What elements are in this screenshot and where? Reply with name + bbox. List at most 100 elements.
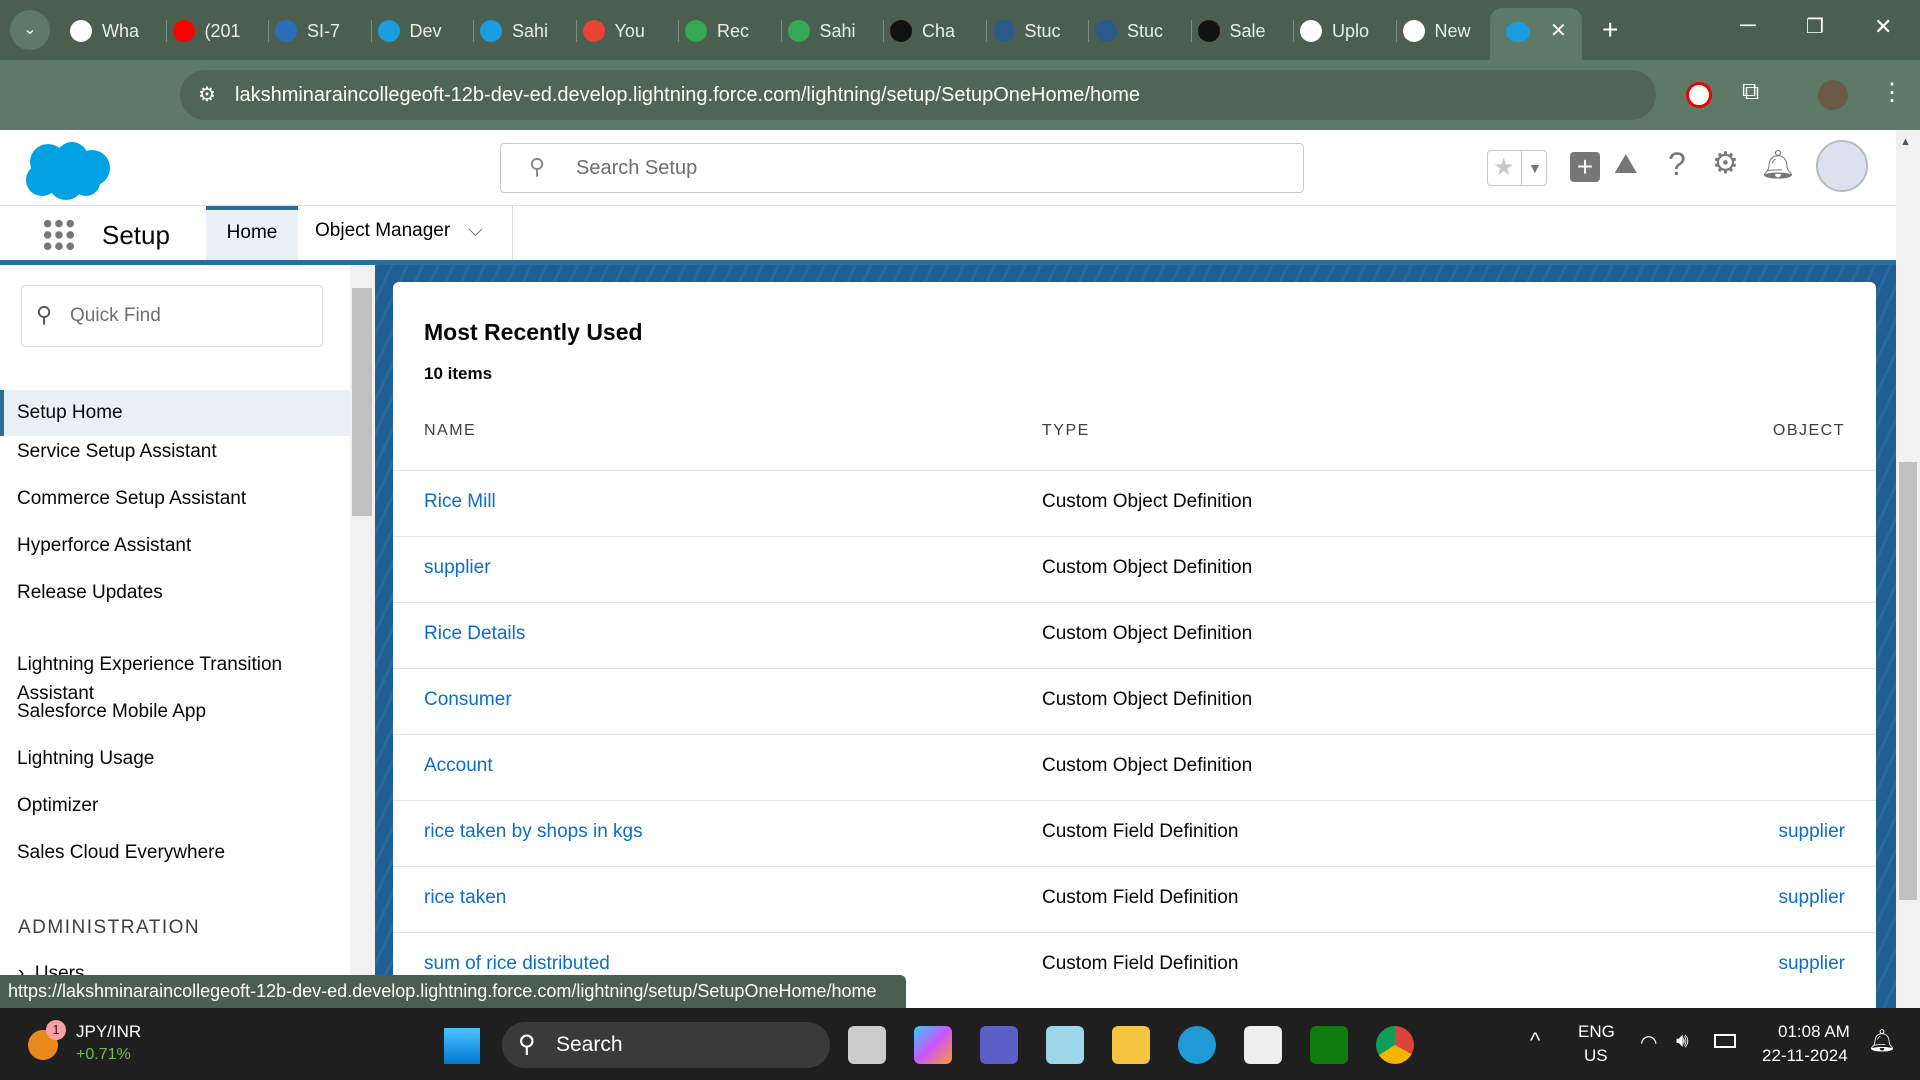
- clock-time[interactable]: 01:08 AM: [1778, 1022, 1850, 1042]
- profile-avatar[interactable]: [1818, 80, 1848, 110]
- app-icon[interactable]: [1046, 1026, 1084, 1064]
- wifi-icon[interactable]: ◠: [1640, 1030, 1657, 1055]
- task-view-icon[interactable]: [848, 1026, 886, 1064]
- clock-date[interactable]: 22-11-2024: [1762, 1046, 1848, 1066]
- browser-tab[interactable]: New: [1402, 12, 1493, 50]
- setup-sidebar: ⚲ Quick Find Setup Home Service Setup Ass…: [0, 265, 350, 1008]
- edge-icon[interactable]: [1178, 1026, 1216, 1064]
- table-row: supplier Custom Object Definition: [393, 536, 1876, 602]
- quick-find-input[interactable]: ⚲ Quick Find: [21, 285, 323, 347]
- widget-title[interactable]: JPY/INR: [76, 1022, 141, 1042]
- favorites-button[interactable]: ★ ▼: [1487, 150, 1547, 186]
- page-scroll-thumb[interactable]: [1899, 462, 1917, 900]
- column-object[interactable]: OBJECT: [1773, 422, 1845, 440]
- trailhead-icon[interactable]: ⛰: [1614, 148, 1638, 181]
- xbox-icon[interactable]: [1310, 1026, 1348, 1064]
- copilot-icon[interactable]: [914, 1026, 952, 1064]
- object-link[interactable]: supplier: [1778, 953, 1845, 975]
- record-type: Custom Field Definition: [1042, 953, 1239, 974]
- record-name-link[interactable]: Rice Mill: [424, 491, 496, 513]
- app-nav-bar: Setup Home Object Manager ⌵: [0, 206, 1896, 262]
- notification-bell-icon[interactable]: 🔔︎: [1868, 1028, 1896, 1054]
- record-name-link[interactable]: Consumer: [424, 689, 512, 711]
- record-name-link[interactable]: rice taken by shops in kgs: [424, 821, 643, 843]
- minimize-button[interactable]: ─: [1740, 12, 1756, 38]
- sidebar-item[interactable]: Sales Cloud Everywhere: [0, 838, 350, 867]
- object-link[interactable]: supplier: [1778, 821, 1845, 843]
- tab-title: SI-7: [307, 20, 341, 41]
- tab-title: Sahi: [512, 20, 549, 41]
- start-button[interactable]: [444, 1028, 480, 1064]
- adblock-extension-icon[interactable]: [1686, 82, 1712, 108]
- column-type[interactable]: TYPE: [1042, 422, 1090, 440]
- restore-button[interactable]: ❐: [1806, 14, 1824, 39]
- language-indicator[interactable]: ENG: [1578, 1022, 1615, 1042]
- store-icon[interactable]: [1244, 1026, 1282, 1064]
- tab-separator: [1293, 20, 1294, 42]
- salesforce-logo-icon[interactable]: [22, 140, 112, 202]
- tab-title: Dev: [409, 20, 442, 41]
- address-bar[interactable]: ⚙ lakshminaraincollegeoft-12b-dev-ed.dev…: [180, 70, 1656, 120]
- tab-home[interactable]: Home: [206, 206, 298, 260]
- record-name-link[interactable]: rice taken: [424, 887, 506, 909]
- tab-object-manager[interactable]: Object Manager ⌵: [298, 206, 513, 260]
- browser-tab[interactable]: (201: [172, 12, 263, 50]
- browser-tab[interactable]: Sahi: [480, 12, 570, 50]
- new-tab-button[interactable]: +: [1602, 14, 1618, 46]
- browser-tab[interactable]: Wha: [70, 12, 160, 50]
- taskbar-search[interactable]: ⚲ Search: [502, 1022, 830, 1068]
- tab-separator: [780, 20, 782, 42]
- tab-separator: [1395, 20, 1397, 42]
- active-tab[interactable]: ✕: [1490, 8, 1582, 60]
- teams-icon[interactable]: [980, 1026, 1018, 1064]
- volume-icon[interactable]: 🔊︎: [1676, 1030, 1689, 1053]
- sidebar-item[interactable]: Setup Home: [0, 390, 350, 436]
- sidebar-item[interactable]: Release Updates: [0, 578, 350, 607]
- language-region: US: [1584, 1046, 1608, 1065]
- global-actions-icon[interactable]: +: [1570, 152, 1600, 182]
- sidebar-item[interactable]: Optimizer: [0, 791, 350, 820]
- column-name[interactable]: NAME: [424, 422, 476, 440]
- browser-tab[interactable]: You: [582, 12, 673, 50]
- sidebar-item[interactable]: Lightning Usage: [0, 744, 350, 773]
- record-name-link[interactable]: supplier: [424, 557, 491, 579]
- sidebar-item[interactable]: Salesforce Mobile App: [0, 697, 350, 726]
- search-setup-input[interactable]: ⚲ Search Setup: [500, 143, 1304, 193]
- setup-gear-icon[interactable]: ⚙: [1712, 146, 1739, 181]
- tab-favicon-icon: [480, 20, 502, 42]
- browser-tab[interactable]: Rec: [685, 12, 775, 50]
- tab-title: Stuc: [1024, 20, 1061, 41]
- browser-tab[interactable]: Uplo: [1300, 12, 1390, 50]
- close-tab-icon[interactable]: ✕: [1550, 18, 1567, 43]
- record-name-link[interactable]: Rice Details: [424, 623, 525, 645]
- menu-icon[interactable]: ⋮: [1880, 78, 1904, 107]
- browser-tab[interactable]: Stuc: [1095, 12, 1185, 50]
- file-explorer-icon[interactable]: [1112, 1026, 1150, 1064]
- notifications-bell-icon[interactable]: 🔔︎: [1760, 148, 1796, 181]
- browser-tab[interactable]: SI-7: [275, 12, 365, 50]
- browser-tab[interactable]: Cha: [890, 12, 980, 50]
- chrome-icon[interactable]: [1376, 1026, 1414, 1064]
- sidebar-item[interactable]: Commerce Setup Assistant: [0, 484, 350, 513]
- tab-search-button[interactable]: ⌄: [10, 10, 50, 50]
- chevron-down-icon[interactable]: ⌵: [468, 220, 482, 241]
- sidebar-item[interactable]: Service Setup Assistant: [0, 437, 350, 466]
- record-name-link[interactable]: sum of rice distributed: [424, 953, 610, 975]
- user-avatar[interactable]: [1816, 140, 1868, 192]
- site-info-icon[interactable]: ⚙: [198, 82, 216, 107]
- help-icon[interactable]: ?: [1668, 146, 1686, 183]
- browser-tab[interactable]: Sahi: [787, 12, 878, 50]
- object-link[interactable]: supplier: [1778, 887, 1845, 909]
- close-window-button[interactable]: ✕: [1874, 14, 1892, 40]
- record-name-link[interactable]: Account: [424, 755, 493, 777]
- extensions-icon[interactable]: ⧉: [1742, 78, 1759, 106]
- show-hidden-icons[interactable]: ^: [1530, 1028, 1540, 1054]
- browser-tab[interactable]: Stuc: [992, 12, 1083, 50]
- page-scrollbar[interactable]: ▲: [1896, 130, 1920, 1008]
- app-launcher-icon[interactable]: [42, 218, 76, 252]
- sidebar-item[interactable]: Hyperforce Assistant: [0, 531, 350, 560]
- browser-tab[interactable]: Sale: [1197, 12, 1288, 50]
- sidebar-scroll-thumb[interactable]: [352, 288, 372, 516]
- battery-icon[interactable]: [1714, 1034, 1736, 1048]
- browser-tab[interactable]: Dev: [377, 12, 468, 50]
